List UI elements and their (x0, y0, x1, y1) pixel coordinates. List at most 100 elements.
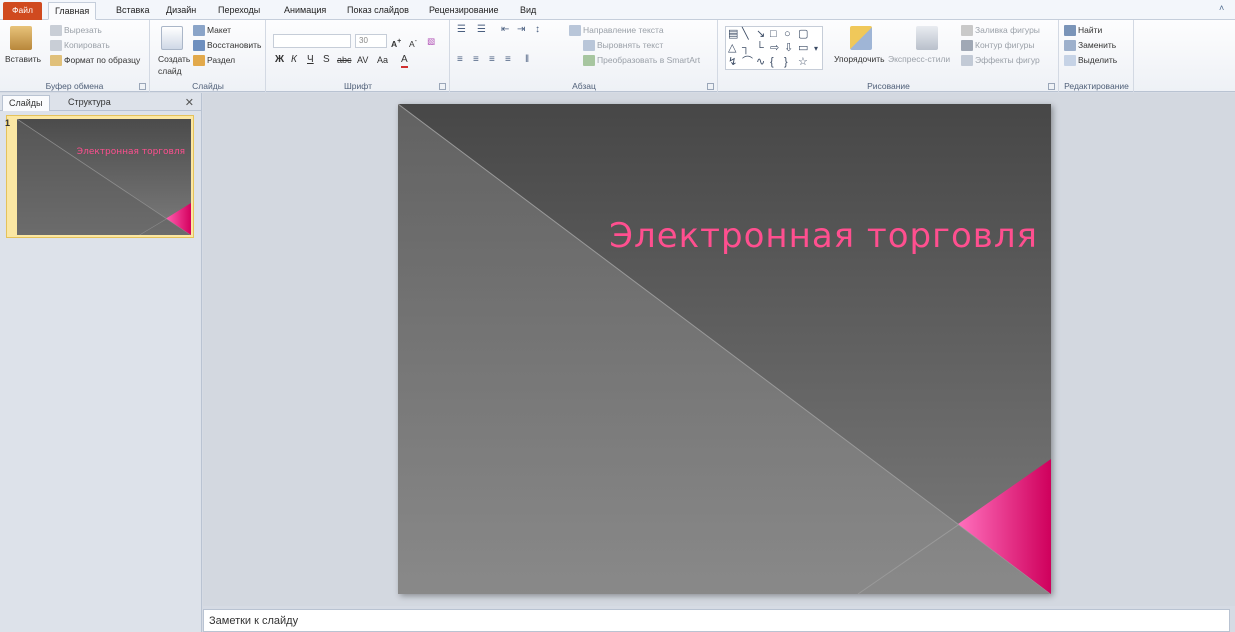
flowchart-shape-icon[interactable]: ▭ (798, 42, 808, 55)
font-size-input[interactable]: 30 (355, 34, 387, 48)
tab-file[interactable]: Файл (3, 2, 42, 20)
tab-design[interactable]: Дизайн (160, 2, 202, 20)
italic-button[interactable]: К (291, 54, 297, 66)
increase-indent-icon[interactable]: ⇥ (517, 24, 525, 36)
notes-pane[interactable]: Заметки к слайду (203, 609, 1230, 632)
shapes-gallery[interactable]: ▤ ╲ ↘ □ ○ ▢ △ ┐ └ ⇨ ⇩ ▭ ↯ ⌒ ∿ { } ☆ ▾ (725, 26, 823, 70)
font-name-input[interactable] (273, 34, 351, 48)
columns-icon[interactable]: ‖ (525, 54, 529, 66)
align-text-icon (583, 40, 595, 52)
curve-shape-icon[interactable]: ⌒ (742, 56, 753, 69)
shape-effects-button[interactable]: Эффекты фигур (961, 54, 1040, 67)
new-slide-button[interactable]: Создать слайд (158, 53, 190, 77)
line-spacing-icon[interactable]: ↕ (535, 24, 540, 36)
shrink-font-button[interactable]: A- (409, 35, 417, 50)
slide-canvas[interactable]: Электронная торговля (398, 104, 1051, 594)
replace-button[interactable]: Заменить (1064, 39, 1116, 52)
align-text-button[interactable]: Выровнять текст (583, 39, 663, 52)
tab-review[interactable]: Рецензирование (423, 2, 505, 20)
down-arrow-shape-icon[interactable]: ⇩ (784, 42, 793, 55)
shape-outline-button[interactable]: Контур фигуры (961, 39, 1034, 52)
quick-styles-button[interactable]: Экспресс-стили (888, 53, 950, 65)
group-slides: Создать слайд Макет Восстановить Раздел С… (151, 20, 266, 92)
arrange-button[interactable]: Упорядочить (834, 53, 885, 65)
tab-animation[interactable]: Анимация (278, 2, 332, 20)
align-center-icon[interactable]: ≡ (473, 54, 479, 66)
char-spacing-button[interactable]: AV (357, 54, 368, 66)
format-painter-button[interactable]: Формат по образцу (50, 54, 140, 67)
align-right-icon[interactable]: ≡ (489, 54, 495, 66)
close-pane-icon[interactable]: ✕ (185, 96, 194, 109)
bullets-icon[interactable]: ☰ (457, 24, 466, 36)
slide-title[interactable]: Электронная торговля (548, 216, 1038, 256)
text-direction-button[interactable]: Направление текста (569, 24, 664, 37)
new-slide-icon[interactable] (161, 26, 183, 50)
font-launcher-icon[interactable] (439, 83, 446, 90)
rounded-rect-shape-icon[interactable]: ▢ (798, 28, 808, 41)
numbering-icon[interactable]: ☰ (477, 24, 486, 36)
replace-icon (1064, 40, 1076, 52)
clipboard-launcher-icon[interactable] (139, 83, 146, 90)
more-shapes-icon[interactable]: ▾ (814, 42, 818, 55)
star-shape-icon[interactable]: ☆ (798, 56, 808, 69)
tab-outline[interactable]: Структура (62, 95, 117, 111)
group-editing: Найти Заменить Выделить Редактирование (1060, 20, 1134, 92)
freeform-shape-icon[interactable]: ∿ (756, 56, 765, 69)
ribbon-tab-bar: Файл Главная Вставка Дизайн Переходы Ани… (0, 0, 1235, 20)
reset-icon (193, 40, 205, 52)
underline-button[interactable]: Ч (307, 54, 314, 66)
shape-fill-button[interactable]: Заливка фигуры (961, 24, 1040, 37)
group-label-slides: Слайды (192, 81, 224, 91)
scissors-icon (50, 25, 62, 37)
tab-transitions[interactable]: Переходы (212, 2, 266, 20)
copy-button[interactable]: Копировать (50, 39, 110, 52)
change-case-button[interactable]: Aa (377, 54, 388, 66)
shadow-button[interactable]: S (323, 54, 330, 66)
cut-button[interactable]: Вырезать (50, 24, 102, 37)
group-label-clipboard: Буфер обмена (45, 81, 104, 91)
smartart-button[interactable]: Преобразовать в SmartArt (583, 54, 700, 67)
font-color-button[interactable]: A (401, 54, 408, 68)
lightning-shape-icon[interactable]: ↯ (728, 56, 737, 69)
tab-slides[interactable]: Слайды (2, 95, 50, 111)
effects-icon (961, 55, 973, 67)
cursor-icon (1064, 55, 1076, 67)
tab-insert[interactable]: Вставка (110, 2, 155, 20)
line-shape-icon[interactable]: ╲ (742, 28, 749, 41)
grow-font-button[interactable]: A+ (391, 35, 401, 50)
justify-icon[interactable]: ≡ (505, 54, 511, 66)
copy-icon (50, 40, 62, 52)
drawing-launcher-icon[interactable] (1048, 83, 1055, 90)
triangle-shape-icon[interactable]: △ (728, 42, 736, 55)
minimize-ribbon-icon[interactable]: ˄ (1219, 3, 1231, 15)
bold-button[interactable]: Ж (275, 54, 284, 66)
strikethrough-button[interactable]: abc (337, 54, 352, 66)
arrange-icon[interactable] (850, 26, 872, 50)
quick-styles-icon[interactable] (916, 26, 938, 50)
elbow-shape-icon[interactable]: └ (756, 42, 764, 55)
find-button[interactable]: Найти (1064, 24, 1102, 37)
oval-shape-icon[interactable]: ○ (784, 28, 791, 41)
tab-home[interactable]: Главная (48, 2, 97, 20)
align-left-icon[interactable]: ≡ (457, 54, 463, 66)
layout-button[interactable]: Макет (193, 24, 231, 37)
rectangle-shape-icon[interactable]: □ (770, 28, 777, 41)
right-arrow-shape-icon[interactable]: ⇨ (770, 42, 779, 55)
brace-left-shape-icon[interactable]: { (770, 56, 774, 69)
textbox-shape-icon[interactable]: ▤ (728, 28, 738, 41)
connector-shape-icon[interactable]: ┐ (742, 42, 750, 55)
brace-right-shape-icon[interactable]: } (784, 56, 788, 69)
reset-button[interactable]: Восстановить (193, 39, 261, 52)
section-button[interactable]: Раздел (193, 54, 235, 67)
decrease-indent-icon[interactable]: ⇤ (501, 24, 509, 36)
slide-thumbnail[interactable]: Электронная торговля (17, 119, 191, 235)
slides-pane: Слайды Структура ✕ 1 Электронная торговл… (0, 93, 202, 632)
arrow-line-shape-icon[interactable]: ↘ (756, 28, 765, 41)
tab-view[interactable]: Вид (514, 2, 542, 20)
clear-formatting-icon[interactable]: ▧ (427, 35, 435, 47)
paragraph-launcher-icon[interactable] (707, 83, 714, 90)
paste-button[interactable]: Вставить (5, 53, 41, 65)
select-button[interactable]: Выделить (1064, 54, 1117, 67)
paste-icon[interactable] (10, 26, 32, 50)
tab-slideshow[interactable]: Показ слайдов (341, 2, 415, 20)
